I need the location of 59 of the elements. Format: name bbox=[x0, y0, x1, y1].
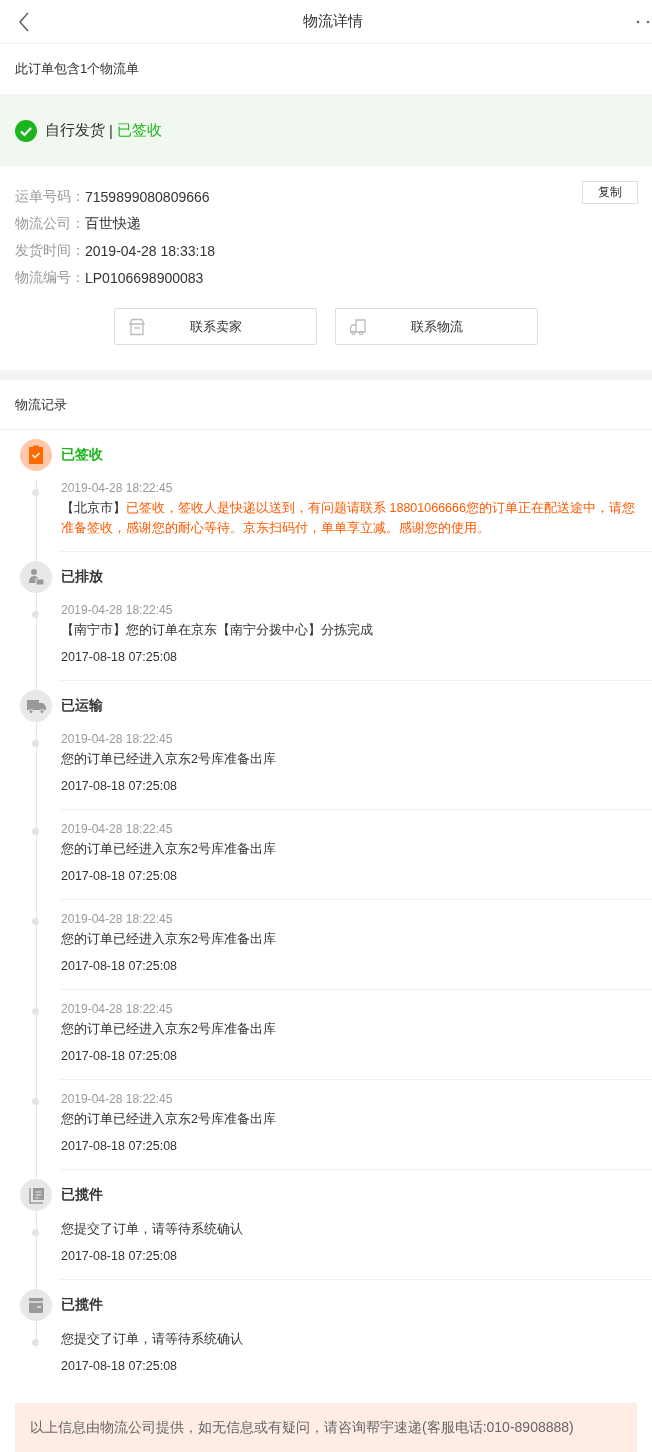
event-date: 2017-08-18 07:25:08 bbox=[61, 1358, 179, 1375]
timeline-dot bbox=[32, 1339, 39, 1346]
info-value: LP0106698900083 bbox=[85, 269, 204, 286]
back-icon[interactable] bbox=[18, 11, 30, 32]
event-text: 【北京市】已签收，签收人是快递以送到，有问题请联系 18801066666您的订单正在配送途中，请您准备签收，感谢您的耐心等待。京东扫码付，单单享立减。感谢您的使用。 bbox=[61, 500, 636, 537]
timeline-dot bbox=[32, 1008, 39, 1015]
event-date: 2017-08-18 07:25:08 bbox=[61, 1248, 179, 1265]
copy-button[interactable]: 复制 bbox=[582, 181, 638, 204]
contact-button[interactable]: 联系物流 bbox=[335, 308, 538, 345]
event-time: 2019-04-28 18:22:45 bbox=[61, 821, 174, 838]
more-icon[interactable] bbox=[636, 19, 650, 24]
info-label: 物流编号： bbox=[15, 268, 85, 287]
event-text: 您提交了订单，请等待系统确认 bbox=[61, 1331, 244, 1348]
event-date: 2017-08-18 07:25:08 bbox=[61, 868, 179, 885]
event-time: 2019-04-28 18:22:45 bbox=[61, 480, 174, 497]
event-text: 您的订单已经进入京东2号库准备出库 bbox=[61, 1021, 277, 1038]
status-title: 已签收 bbox=[61, 446, 103, 464]
timeline-dot bbox=[32, 1098, 39, 1105]
status-title: 已运输 bbox=[61, 697, 103, 715]
contact-button[interactable]: 联系卖家 bbox=[114, 308, 317, 345]
separator-text: | bbox=[109, 122, 113, 139]
info-label: 物流公司： bbox=[15, 214, 85, 233]
timeline-dot bbox=[32, 740, 39, 747]
status-title: 已揽件 bbox=[61, 1296, 103, 1314]
event-text: 您的订单已经进入京东2号库准备出库 bbox=[61, 931, 277, 948]
info-value: 百世快递 bbox=[85, 214, 141, 233]
timeline-dot bbox=[32, 611, 39, 618]
delivery-status: 已签收 bbox=[116, 121, 162, 140]
timeline-dot bbox=[32, 828, 39, 835]
event-date: 2017-08-18 07:25:08 bbox=[61, 778, 179, 795]
event-time: 2019-04-28 18:22:45 bbox=[61, 1091, 174, 1108]
timeline-dot bbox=[32, 1229, 39, 1236]
event-text: 您的订单已经进入京东2号库准备出库 bbox=[61, 1111, 277, 1128]
event-time: 2019-04-28 18:22:45 bbox=[61, 731, 174, 748]
status-title: 已揽件 bbox=[61, 1186, 103, 1204]
event-text: 您提交了订单，请等待系统确认 bbox=[61, 1221, 244, 1238]
event-text: 您的订单已经进入京东2号库准备出库 bbox=[61, 841, 277, 858]
shop-icon bbox=[128, 318, 146, 336]
event-date: 2017-08-18 07:25:08 bbox=[61, 1048, 179, 1065]
event-text: 您的订单已经进入京东2号库准备出库 bbox=[61, 751, 277, 768]
info-value: 2019-04-28 18:33:18 bbox=[85, 242, 215, 259]
section-title: 物流记录 bbox=[0, 380, 652, 430]
info-label: 发货时间： bbox=[15, 241, 85, 260]
truck-icon bbox=[349, 318, 367, 336]
status-title: 已排放 bbox=[61, 568, 103, 586]
event-date: 2017-08-18 07:25:08 bbox=[61, 1138, 179, 1155]
event-text: 【南宁市】您的订单在京东【南宁分拨中心】分拣完成 bbox=[61, 622, 374, 639]
timeline-dot bbox=[32, 489, 39, 496]
event-time: 2019-04-28 18:22:45 bbox=[61, 602, 174, 619]
event-date: 2017-08-18 07:25:08 bbox=[61, 958, 179, 975]
page-title: 物流详情 bbox=[303, 12, 363, 31]
notice-banner: 以上信息由物流公司提供，如无信息或有疑问，请咨询帮宇速递(客服电话:010-8908888) bbox=[15, 1403, 637, 1452]
timeline-dot bbox=[32, 918, 39, 925]
event-date: 2017-08-18 07:25:08 bbox=[61, 649, 179, 666]
shipping-method: 自行发货 bbox=[45, 121, 105, 140]
info-value: 7159899080809666 bbox=[85, 188, 210, 205]
info-label: 运单号码： bbox=[15, 187, 85, 206]
event-time: 2019-04-28 18:22:45 bbox=[61, 911, 174, 928]
event-time: 2019-04-28 18:22:45 bbox=[61, 1001, 174, 1018]
